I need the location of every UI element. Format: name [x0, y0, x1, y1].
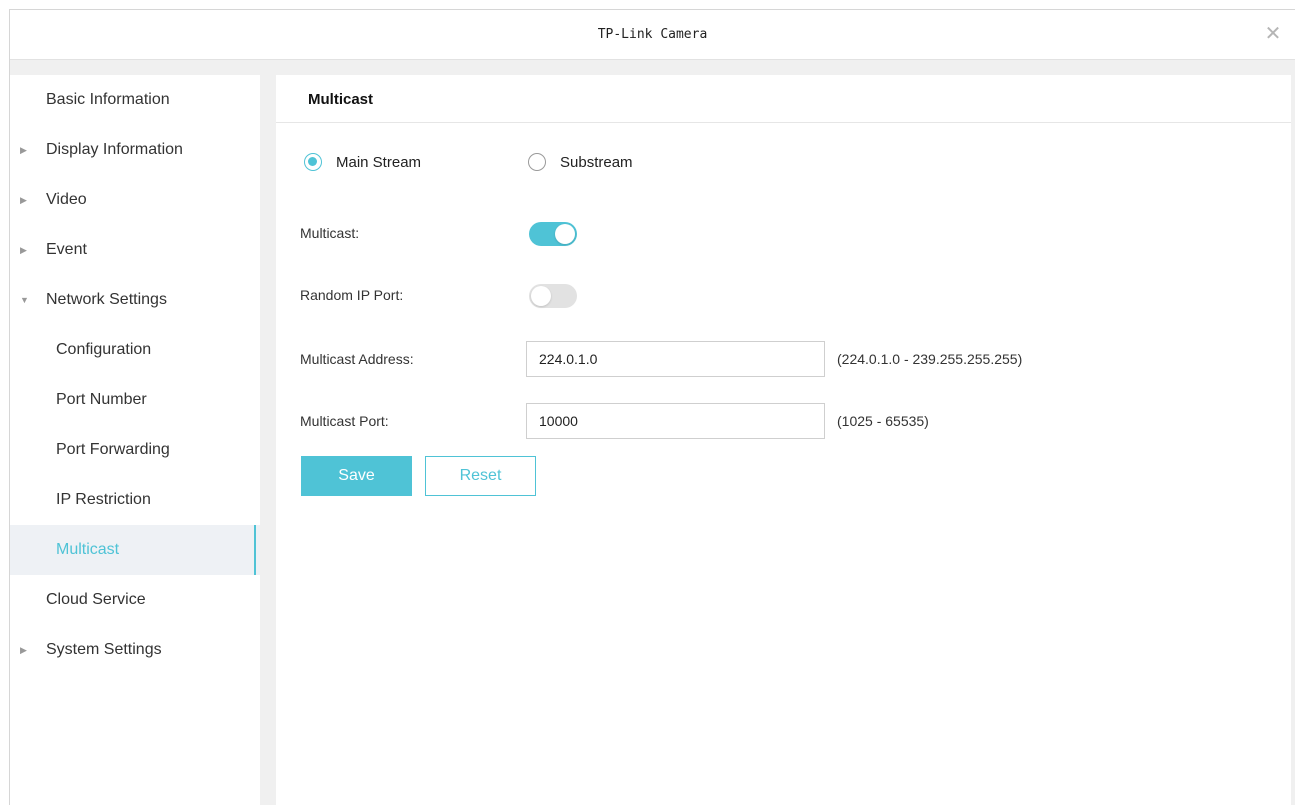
sidebar-item-label: Port Number	[56, 391, 147, 408]
main-panel: Multicast Main Stream Substream Multicas…	[276, 75, 1291, 805]
sidebar-item-ip-restriction[interactable]: IP Restriction	[10, 475, 260, 525]
sidebar-item-label: Cloud Service	[46, 591, 146, 608]
app-window: TP-Link Camera ✕ Basic Information ▶ Dis…	[9, 9, 1295, 805]
sidebar-item-label: IP Restriction	[56, 491, 151, 508]
title-bar: TP-Link Camera ✕	[10, 10, 1295, 60]
multicast-label: Multicast:	[300, 225, 360, 241]
reset-button[interactable]: Reset	[425, 456, 536, 496]
substream-label: Substream	[560, 154, 633, 171]
multicast-port-input[interactable]	[526, 403, 825, 439]
sidebar: Basic Information ▶ Display Information …	[10, 75, 260, 805]
sidebar-item-label: Multicast	[56, 541, 120, 558]
sidebar-item-multicast[interactable]: Multicast	[10, 525, 260, 575]
radio-unselected-icon	[528, 153, 546, 171]
close-icon[interactable]: ✕	[1263, 24, 1283, 44]
random-ip-port-toggle[interactable]	[529, 284, 577, 308]
sidebar-item-port-number[interactable]: Port Number	[10, 375, 260, 425]
multicast-port-label: Multicast Port:	[300, 413, 389, 429]
sidebar-item-video[interactable]: ▶ Video	[10, 175, 260, 225]
sidebar-item-label: Network Settings	[46, 291, 167, 308]
sidebar-item-port-forwarding[interactable]: Port Forwarding	[10, 425, 260, 475]
save-button[interactable]: Save	[301, 456, 412, 496]
multicast-address-label: Multicast Address:	[300, 351, 414, 367]
multicast-port-hint: (1025 - 65535)	[837, 413, 929, 429]
expand-arrow-icon: ▶	[20, 245, 27, 255]
sidebar-item-label: Basic Information	[46, 91, 170, 108]
toggle-knob	[555, 224, 575, 244]
sidebar-item-label: Port Forwarding	[56, 441, 170, 458]
section-title: Multicast	[308, 91, 374, 108]
sidebar-item-label: Event	[46, 241, 87, 258]
sidebar-item-cloud-service[interactable]: Cloud Service	[10, 575, 260, 625]
sidebar-item-event[interactable]: ▶ Event	[10, 225, 260, 275]
active-indicator	[254, 525, 256, 575]
multicast-address-input[interactable]	[526, 341, 825, 377]
toggle-knob	[531, 286, 551, 306]
sidebar-item-network-settings[interactable]: ▼ Network Settings	[10, 275, 260, 325]
sidebar-item-configuration[interactable]: Configuration	[10, 325, 260, 375]
sidebar-item-label: Display Information	[46, 141, 183, 158]
random-ip-port-label: Random IP Port:	[300, 287, 404, 303]
main-stream-label: Main Stream	[336, 154, 422, 171]
sidebar-item-display-information[interactable]: ▶ Display Information	[10, 125, 260, 175]
sidebar-item-label: Configuration	[56, 341, 152, 358]
sidebar-item-basic-information[interactable]: Basic Information	[10, 75, 260, 125]
multicast-address-hint: (224.0.1.0 - 239.255.255.255)	[837, 351, 1023, 367]
radio-selected-icon	[304, 153, 322, 171]
expand-arrow-icon: ▶	[20, 145, 27, 155]
expand-arrow-icon: ▶	[20, 195, 27, 205]
collapse-arrow-icon: ▼	[20, 295, 29, 305]
substream-radio[interactable]: Substream	[528, 153, 658, 173]
sidebar-item-label: System Settings	[46, 641, 162, 658]
sidebar-item-label: Video	[46, 191, 87, 208]
sidebar-item-system-settings[interactable]: ▶ System Settings	[10, 625, 260, 675]
multicast-toggle[interactable]	[529, 222, 577, 246]
main-stream-radio[interactable]: Main Stream	[304, 153, 444, 173]
section-header: Multicast	[276, 75, 1291, 123]
expand-arrow-icon: ▶	[20, 645, 27, 655]
window-title: TP-Link Camera	[597, 27, 708, 42]
